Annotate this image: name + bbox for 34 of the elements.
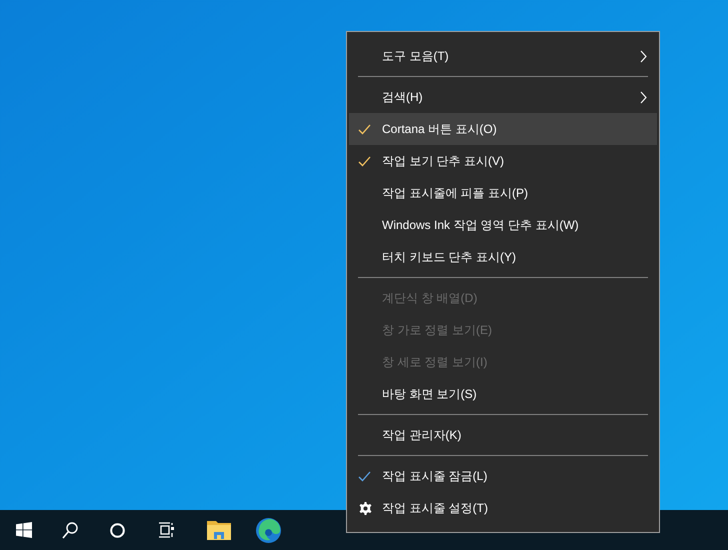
menu-item-label: 창 가로 정렬 보기(E) <box>382 322 492 339</box>
menu-item[interactable]: 도구 모음(T) <box>349 40 657 72</box>
menu-item-label: 작업 표시줄에 피플 표시(P) <box>382 185 528 202</box>
menu-item[interactable]: 작업 표시줄에 피플 표시(P) <box>349 177 657 209</box>
menu-item-label: 검색(H) <box>382 89 423 106</box>
menu-item-label: 작업 표시줄 잠금(L) <box>382 468 488 485</box>
menu-item[interactable]: 작업 관리자(K) <box>349 419 657 451</box>
menu-item-label: Windows Ink 작업 영역 단추 표시(W) <box>382 217 579 234</box>
menu-item-label: 터치 키보드 단추 표시(Y) <box>382 249 516 266</box>
menu-item-label: 작업 표시줄 설정(T) <box>382 500 488 517</box>
circle-icon[interactable] <box>110 522 125 538</box>
menu-item[interactable]: Windows Ink 작업 영역 단추 표시(W) <box>349 209 657 241</box>
menu-item[interactable]: Cortana 버튼 표시(O) <box>349 113 657 145</box>
menu-item-label: Cortana 버튼 표시(O) <box>382 121 497 138</box>
menu-item[interactable]: 검색(H) <box>349 81 657 113</box>
menu-item[interactable]: 터치 키보드 단추 표시(Y) <box>349 241 657 273</box>
chevron-right-icon <box>640 90 647 104</box>
menu-item-label: 계단식 창 배열(D) <box>382 290 478 307</box>
menu-item[interactable]: 작업 표시줄 설정(T) <box>349 492 657 524</box>
menu-item-label: 바탕 화면 보기(S) <box>382 386 477 403</box>
folder-icon[interactable] <box>207 520 231 540</box>
menu-item-label: 작업 보기 단추 표시(V) <box>382 153 504 170</box>
task-view-icon[interactable] <box>158 522 175 538</box>
menu-item-label: 도구 모음(T) <box>382 48 449 65</box>
browser-icon[interactable] <box>256 518 281 542</box>
menu-item-label: 창 세로 정렬 보기(I) <box>382 354 488 371</box>
menu-item[interactable]: 바탕 화면 보기(S) <box>349 378 657 410</box>
menu-item[interactable]: 작업 보기 단추 표시(V) <box>349 145 657 177</box>
menu-item-label: 작업 관리자(K) <box>382 427 462 444</box>
gear-icon <box>359 502 372 514</box>
chevron-right-icon <box>640 50 647 62</box>
windows-logo-icon[interactable] <box>16 522 32 538</box>
search-icon[interactable] <box>62 522 78 538</box>
menu-item[interactable]: 작업 표시줄 잠금(L) <box>349 460 657 492</box>
